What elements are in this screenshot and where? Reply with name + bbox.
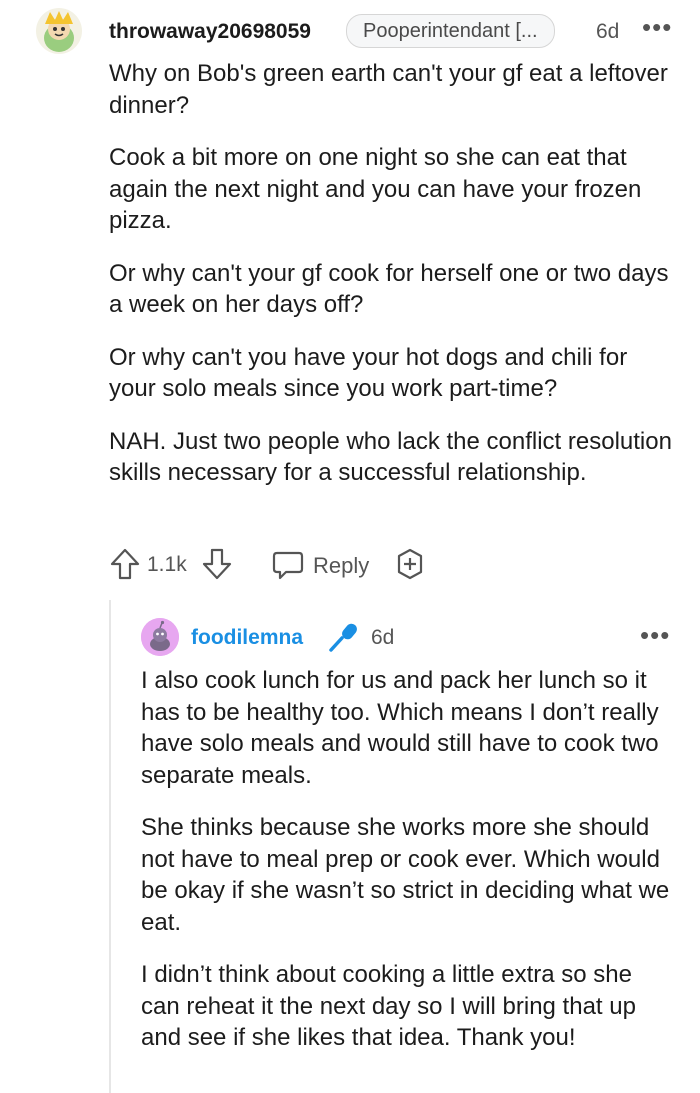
microphone-icon — [327, 620, 361, 659]
comment-paragraph: I didn’t think about cooking a little ex… — [141, 961, 636, 1051]
thread-line[interactable] — [109, 600, 111, 1093]
avatar[interactable] — [141, 618, 179, 656]
upvote-icon[interactable] — [109, 547, 141, 586]
username[interactable]: foodilemna — [191, 626, 303, 650]
comment-paragraph: Or why can't you have your hot dogs and … — [109, 343, 628, 403]
reply-label: Reply — [313, 553, 370, 578]
comment-paragraph: NAH. Just two people who lack the confli… — [109, 427, 672, 487]
more-options-icon[interactable]: ••• — [640, 620, 670, 651]
timestamp[interactable]: 6d — [371, 626, 394, 650]
top-comment-body: Why on Bob's green earth can't your gf e… — [109, 58, 679, 510]
more-options-icon[interactable]: ••• — [642, 12, 672, 43]
top-comment-header: throwaway20698059 Pooperintendant [... 6… — [36, 8, 686, 54]
comment-paragraph: She thinks because she works more she sh… — [141, 814, 670, 936]
comment-action-bar: 1.1k Reply — [109, 545, 509, 585]
comment-paragraph: Cook a bit more on one night so she can … — [109, 144, 642, 234]
user-flair: Pooperintendant [... — [346, 14, 555, 48]
speech-bubble-icon — [271, 549, 305, 586]
award-plus-icon[interactable] — [393, 547, 427, 586]
comment-paragraph: Why on Bob's green earth can't your gf e… — [109, 60, 668, 119]
reply-comment-body: I also cook lunch for us and pack her lu… — [141, 665, 676, 1075]
avatar[interactable] — [36, 8, 82, 54]
comment-paragraph: I also cook lunch for us and pack her lu… — [141, 667, 659, 789]
vote-score: 1.1k — [147, 553, 187, 576]
downvote-icon[interactable] — [201, 547, 233, 586]
reply-comment-header: foodilemna 6d ••• — [141, 618, 671, 658]
username[interactable]: throwaway20698059 — [109, 20, 311, 44]
comment-paragraph: Or why can't your gf cook for herself on… — [109, 259, 669, 319]
timestamp[interactable]: 6d — [596, 20, 619, 44]
